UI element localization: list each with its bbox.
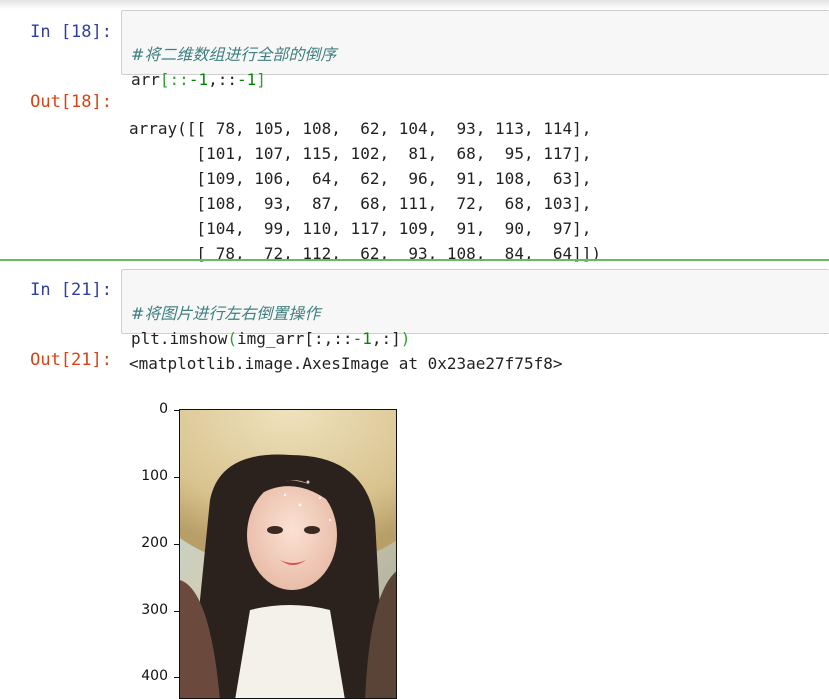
output-line: [109, 106, 64, 62, 96, 91, 108, 63], [129,169,592,188]
output-line: array([[ 78, 105, 108, 62, 104, 93, 113,… [129,119,592,138]
output-line: [104, 99, 110, 117, 109, 91, 90, 97], [129,219,592,238]
code-comment: #将二维数组进行全部的倒序 [131,45,337,64]
output-line: [108, 93, 87, 68, 111, 72, 68, 103], [129,194,592,213]
code-cell-18[interactable]: In [18]: #将二维数组进行全部的倒序 arr[::-1,::-1] Ou… [0,10,829,263]
y-tick-label: 400 [141,668,168,684]
selected-cell-indicator [0,259,829,261]
code-editor[interactable]: #将图片进行左右倒置操作 plt.imshow(img_arr[:,::-1,:… [131,276,410,351]
code-input-area[interactable]: #将图片进行左右倒置操作 plt.imshow(img_arr[:,::-1,:… [121,269,829,348]
output-line: [101, 107, 115, 102, 81, 68, 95, 117], [129,144,592,163]
output-prompt: Out[21]: [30,350,112,370]
output-prompt: Out[18]: [30,92,112,112]
code-line: arr[::-1,::-1] [131,70,266,89]
y-tick-label: 300 [141,602,168,618]
code-input-area[interactable]: #将二维数组进行全部的倒序 arr[::-1,::-1] [121,10,829,89]
photo-image [180,410,396,698]
output-array: array([[ 78, 105, 108, 62, 104, 93, 113,… [129,91,601,266]
y-tick-label: 200 [141,535,168,551]
input-prompt: In [18]: [30,22,112,42]
imshow-plot: 0 100 200 300 400 [120,395,420,699]
y-tick-label: 0 [159,401,168,417]
code-comment: #将图片进行左右倒置操作 [131,304,321,323]
image-axes [179,409,397,699]
y-tick-label: 100 [141,468,168,484]
code-line: plt.imshow(img_arr[:,::-1,:]) [131,329,411,348]
toolbar-shadow [0,0,829,9]
output-repr: <matplotlib.image.AxesImage at 0x23ae27f… [129,354,563,373]
code-editor[interactable]: #将二维数组进行全部的倒序 arr[::-1,::-1] [131,17,336,92]
input-prompt: In [21]: [30,280,112,300]
